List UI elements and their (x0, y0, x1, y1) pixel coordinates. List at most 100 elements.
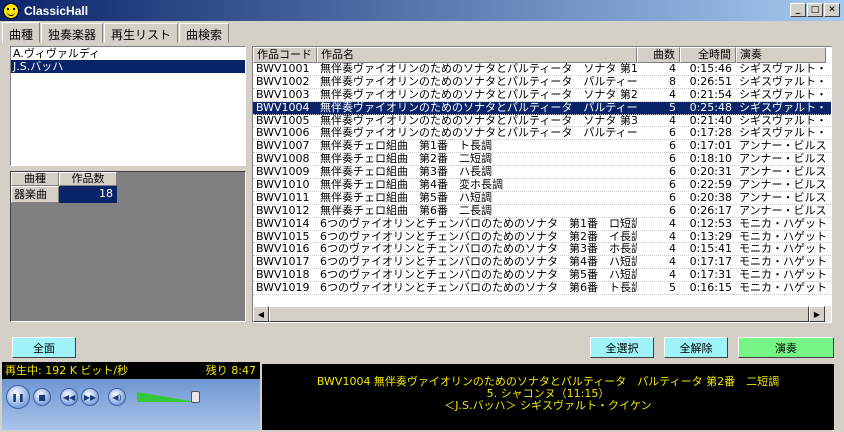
work-code: BWV1008 (256, 153, 310, 166)
table-row[interactable]: BWV1016 6つのヴァイオリンとチェンバロのためのソナタ 第3番 ホ長調 4 0:… (253, 243, 831, 257)
genre-count: 18 (59, 186, 117, 203)
performer: アンナー・ビルスマ (739, 179, 826, 191)
col-code[interactable]: 作品コード (253, 47, 317, 63)
tab-genre[interactable]: 曲種 (2, 22, 41, 43)
work-title: 無伴奏ヴァイオリンのためのソナタとパルティータ ソナタ 第3番 ... (320, 114, 637, 127)
performer: モニカ・ハゲット/ト (739, 217, 826, 230)
table-row[interactable]: BWV1014 6つのヴァイオリンとチェンバロのためのソナタ 第1番 ロ短調 4 0:… (253, 218, 831, 231)
track-count: 8 (669, 75, 676, 88)
work-code: BWV1002 (256, 75, 310, 88)
table-row[interactable]: BWV1002 無伴奏ヴァイオリンのためのソナタとパルティータ パルティータ 第.… (253, 76, 831, 89)
genre-header: 曲種 (11, 172, 59, 186)
work-code: BWV1016 (256, 243, 310, 256)
tab-search[interactable]: 曲検索 (179, 23, 230, 43)
table-header: 作品コード 作品名 曲数 全時間 演奏 (253, 47, 831, 63)
col-tracks[interactable]: 曲数 (637, 47, 680, 63)
table-body: BWV1001 無伴奏ヴァイオリンのためのソナタとパルティータ ソナタ 第1番 .… (253, 63, 831, 296)
genre-name: 器楽曲 (11, 186, 59, 203)
table-row[interactable]: BWV1010 無伴奏チェロ組曲 第4番 変ホ長調 6 0:22:59 アンナー・ビルス… (253, 179, 831, 192)
work-code: BWV1004 (256, 101, 310, 114)
total-time: 0:13:29 (689, 230, 732, 243)
table-row[interactable]: BWV1001 無伴奏ヴァイオリンのためのソナタとパルティータ ソナタ 第1番 .… (253, 63, 831, 76)
track-count: 6 (669, 153, 676, 166)
table-row-selected[interactable]: BWV1004 無伴奏ヴァイオリンのためのソナタとパルティータ パルティータ 第.… (253, 101, 831, 115)
table-row[interactable]: BWV1005 無伴奏ヴァイオリンのためのソナタとパルティータ ソナタ 第3番 .… (253, 115, 831, 128)
track-count: 6 (669, 166, 676, 179)
performer: モニカ・ハゲット/ト (739, 269, 826, 282)
total-time: 0:17:28 (689, 127, 732, 140)
performer: アンナー・ビルスマ (739, 140, 826, 153)
tab-playlist[interactable]: 再生リスト (104, 23, 179, 43)
track-count: 6 (669, 191, 676, 204)
table-row[interactable]: BWV1019 6つのヴァイオリンとチェンバロのためのソナタ 第6番 ト長調 5 0:… (253, 282, 831, 296)
volume-knob[interactable] (191, 391, 200, 403)
work-title: 無伴奏チェロ組曲 第4番 変ホ長調 (320, 179, 503, 191)
total-time: 0:18:10 (689, 153, 732, 166)
genre-row[interactable]: 器楽曲 18 (11, 186, 245, 203)
total-time: 0:15:41 (689, 243, 732, 256)
total-time: 0:20:38 (689, 191, 732, 204)
total-time: 0:15:46 (689, 63, 732, 75)
works-table: 作品コード 作品名 曲数 全時間 演奏 BWV1001 無伴奏ヴァイオリンのための… (252, 46, 832, 323)
table-row[interactable]: BWV1017 6つのヴァイオリンとチェンバロのためのソナタ 第4番 ハ短調 4 0:… (253, 256, 831, 270)
play-button[interactable]: 演奏 (738, 337, 834, 358)
total-time: 0:21:40 (689, 114, 732, 127)
horizontal-scrollbar[interactable]: ◀ ▶ (253, 306, 831, 322)
media-player: 再生中: 192 K ビット/秒 残り 8:47 ❚❚ ■ ◀◀ ▶▶ ◀) (2, 362, 260, 430)
deselect-all-button[interactable]: 全解除 (664, 337, 728, 358)
previous-icon[interactable]: ◀◀ (60, 388, 78, 406)
total-time: 0:25:48 (689, 101, 732, 114)
col-title[interactable]: 作品名 (317, 47, 637, 63)
scroll-left-icon[interactable]: ◀ (253, 306, 269, 322)
composer-item[interactable]: A.ヴィヴァルディ (11, 47, 245, 60)
full-button[interactable]: 全面 (12, 337, 76, 358)
close-button[interactable]: ✕ (824, 3, 840, 17)
next-icon[interactable]: ▶▶ (81, 388, 99, 406)
title-bar: ClassicHall _ □ ✕ (0, 0, 844, 21)
total-time: 0:22:59 (689, 179, 732, 191)
genre-grid: 曲種 作品数 器楽曲 18 (10, 171, 246, 322)
composer-item-selected[interactable]: J.S.バッハ (11, 60, 245, 73)
table-row[interactable]: BWV1006 無伴奏ヴァイオリンのためのソナタとパルティータ パルティータ 第.… (253, 127, 831, 141)
performer: アンナー・ビルスマ (739, 204, 826, 217)
col-artist[interactable]: 演奏 (736, 47, 826, 63)
table-row[interactable]: BWV1011 無伴奏チェロ組曲 第5番 ハ短調 6 0:20:38 アンナー・ビルスマ (253, 192, 831, 205)
track-count: 4 (669, 217, 676, 230)
select-all-button[interactable]: 全選択 (590, 337, 654, 358)
work-title: 6つのヴァイオリンとチェンバロのためのソナタ 第3番 ホ長調 (320, 243, 637, 256)
table-row[interactable]: BWV1015 6つのヴァイオリンとチェンバロのためのソナタ 第2番 イ長調 4 0:… (253, 231, 831, 244)
table-row[interactable]: BWV1007 無伴奏チェロ組曲 第1番 ト長調 6 0:17:01 アンナー・ビルスマ (253, 140, 831, 154)
table-row[interactable]: BWV1003 無伴奏ヴァイオリンのためのソナタとパルティータ ソナタ 第2番 .… (253, 89, 831, 102)
work-title: 無伴奏ヴァイオリンのためのソナタとパルティータ パルティータ 第... (320, 127, 637, 140)
work-title: 無伴奏チェロ組曲 第3番 ハ長調 (320, 166, 492, 179)
now-playing-artist: ＜J.S.バッハ＞ シギスヴァルト・クイケン (444, 399, 652, 412)
total-time: 0:26:51 (689, 75, 732, 88)
mute-icon[interactable]: ◀) (108, 388, 126, 406)
pause-icon[interactable]: ❚❚ (6, 385, 30, 409)
table-row[interactable]: BWV1009 無伴奏チェロ組曲 第3番 ハ長調 6 0:20:31 アンナー・ビルスマ (253, 166, 831, 180)
scroll-thumb[interactable] (269, 306, 809, 322)
tab-solo-instrument[interactable]: 独奏楽器 (41, 23, 104, 43)
composer-list[interactable]: A.ヴィヴァルディ J.S.バッハ (10, 46, 246, 166)
table-row[interactable]: BWV1018 6つのヴァイオリンとチェンバロのためのソナタ 第5番 ハ短調 4 0:… (253, 269, 831, 283)
performer: シギスヴァルト・クイ (739, 88, 826, 101)
track-count: 6 (669, 140, 676, 153)
volume-slider[interactable] (137, 390, 207, 404)
work-code: BWV1011 (256, 191, 310, 204)
player-status: 再生中: 192 K ビット/秒 残り 8:47 (2, 362, 260, 379)
work-title: 6つのヴァイオリンとチェンバロのためのソナタ 第6番 ト長調 (320, 282, 637, 295)
stop-icon[interactable]: ■ (33, 388, 51, 406)
col-time[interactable]: 全時間 (680, 47, 736, 63)
scroll-right-icon[interactable]: ▶ (809, 306, 825, 322)
table-row[interactable]: BWV1012 無伴奏チェロ組曲 第6番 二長調 6 0:26:17 アンナー・ビルスマ (253, 205, 831, 218)
minimize-button[interactable]: _ (790, 3, 806, 17)
performer: アンナー・ビルスマ (739, 153, 826, 166)
maximize-button[interactable]: □ (807, 3, 823, 17)
work-code: BWV1007 (256, 140, 310, 153)
total-time: 0:17:31 (689, 269, 732, 282)
smiley-icon (3, 2, 19, 19)
work-title: 無伴奏ヴァイオリンのためのソナタとパルティータ ソナタ 第1番 ... (320, 63, 637, 75)
table-row[interactable]: BWV1008 無伴奏チェロ組曲 第2番 二短調 6 0:18:10 アンナー・ビルスマ (253, 153, 831, 167)
work-title: 無伴奏ヴァイオリンのためのソナタとパルティータ パルティータ 第... (320, 75, 637, 88)
track-count: 4 (669, 88, 676, 101)
